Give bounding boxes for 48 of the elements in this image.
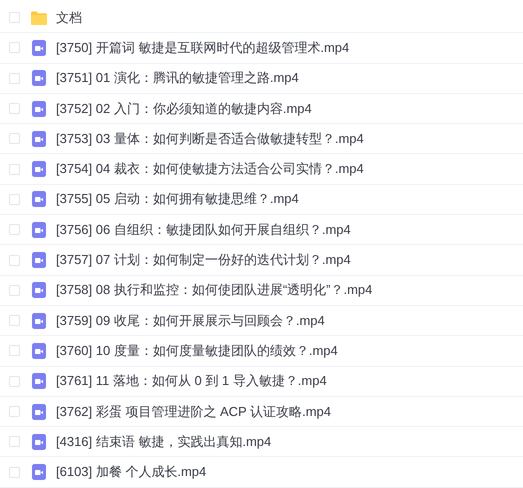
file-name[interactable]: [3757] 07 计划：如何制定一份好的迭代计划？.mp4 <box>56 251 351 270</box>
file-name[interactable]: [3753] 03 量体：如何判断是否适合做敏捷转型？.mp4 <box>56 130 364 148</box>
file-name[interactable]: [4316] 结束语 敏捷，实践出真知.mp4 <box>56 432 272 451</box>
video-icon <box>32 130 46 147</box>
checkbox[interactable] <box>9 164 20 175</box>
video-icon <box>32 100 46 117</box>
video-icon <box>32 252 46 268</box>
file-name[interactable]: [3750] 开篇词 敏捷是互联网时代的超级管理术.mp4 <box>56 38 350 57</box>
folder-icon <box>31 10 47 25</box>
file-name[interactable]: [3752] 02 入门：你必须知道的敏捷内容.mp4 <box>56 100 312 118</box>
checkbox[interactable] <box>9 103 20 114</box>
video-icon <box>32 161 46 178</box>
checkbox[interactable] <box>9 42 20 54</box>
file-name[interactable]: [3762] 彩蛋 项目管理进阶之 ACP 认证攻略.mp4 <box>56 402 331 420</box>
checkbox[interactable] <box>9 133 20 144</box>
checkbox[interactable] <box>9 284 20 296</box>
video-icon <box>32 312 46 329</box>
checkbox[interactable] <box>9 376 20 387</box>
file-name[interactable]: [6103] 加餐 个人成长.mp4 <box>56 463 206 482</box>
checkbox[interactable] <box>9 72 20 84</box>
file-name[interactable]: [3756] 06 自组织：敏捷团队如何开展自组织？.mp4 <box>56 220 351 239</box>
video-icon <box>32 434 46 450</box>
file-name[interactable]: [3761] 11 落地：如何从 0 到 1 导入敏捷？.mp4 <box>56 372 327 390</box>
checkbox[interactable] <box>9 194 20 205</box>
video-icon <box>32 70 46 86</box>
checkbox[interactable] <box>9 12 20 24</box>
video-icon <box>32 40 46 56</box>
file-name[interactable]: [3760] 10 度量：如何度量敏捷团队的绩效？.mp4 <box>56 342 338 360</box>
checkbox[interactable] <box>9 224 20 236</box>
video-icon <box>32 373 46 390</box>
video-icon <box>32 282 46 298</box>
file-name[interactable]: [3754] 04 裁衣：如何使敏捷方法适合公司实情？.mp4 <box>56 160 364 178</box>
video-icon <box>32 404 46 420</box>
video-icon <box>32 222 46 238</box>
checkbox[interactable] <box>9 254 20 266</box>
video-icon <box>32 464 46 480</box>
checkbox[interactable] <box>9 406 20 417</box>
file-name[interactable]: [3751] 01 演化：腾讯的敏捷管理之路.mp4 <box>56 69 299 88</box>
file-name[interactable]: [3758] 08 执行和监控：如何使团队进展“透明化”？.mp4 <box>56 281 372 300</box>
file-name[interactable]: [3759] 09 收尾：如何开展展示与回顾会？.mp4 <box>56 312 325 330</box>
checkbox[interactable] <box>9 466 20 478</box>
folder-name[interactable]: 文档 <box>56 8 82 27</box>
video-icon <box>32 191 46 208</box>
video-icon <box>32 342 46 359</box>
checkbox[interactable] <box>9 345 20 356</box>
checkbox[interactable] <box>9 436 20 448</box>
file-name[interactable]: [3755] 05 启动：如何拥有敏捷思维？.mp4 <box>56 190 299 208</box>
checkbox[interactable] <box>9 315 20 326</box>
